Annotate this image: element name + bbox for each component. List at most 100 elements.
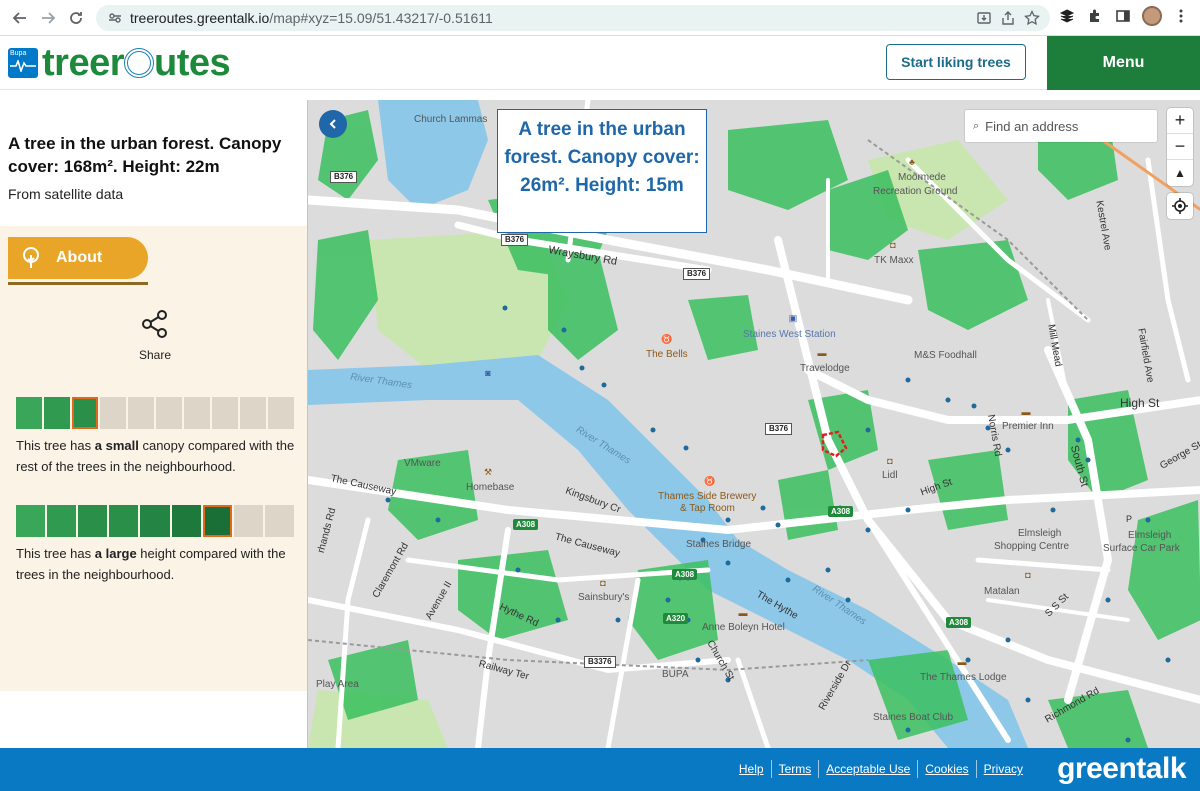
footer-link-terms[interactable]: Terms — [772, 762, 819, 776]
install-icon[interactable] — [976, 10, 992, 26]
forward-arrow-icon[interactable] — [34, 4, 62, 32]
url-host: treeroutes.greentalk.io — [130, 10, 270, 26]
map-label-play-area: Play Area — [316, 679, 359, 690]
road-shield-b376: B376 — [501, 234, 529, 246]
bus-icon: ◙ — [485, 368, 491, 378]
site-info-icon[interactable] — [108, 11, 122, 25]
map-canvas[interactable] — [308, 100, 1200, 748]
zoom-controls: + − ▲ — [1167, 108, 1193, 186]
hotel-icon: ▬ — [738, 608, 748, 618]
bar-segment — [171, 505, 201, 537]
bar-segment — [47, 505, 77, 537]
extensions-puzzle-icon[interactable] — [1086, 7, 1104, 25]
road-shield-a308: A308 — [828, 506, 854, 517]
map-label-vmware: VMware — [404, 458, 441, 469]
tree-title: A tree in the urban forest. Canopy cover… — [8, 134, 282, 176]
map-view[interactable]: Church Lammas Moormede Recreation Ground… — [307, 100, 1200, 748]
bar-segment — [233, 505, 263, 537]
compass-button[interactable]: ▲ — [1167, 160, 1193, 186]
footer-link-privacy[interactable]: Privacy — [977, 762, 1030, 776]
hotel-icon: ▬ — [1021, 407, 1031, 417]
bookmark-star-icon[interactable] — [1024, 9, 1040, 26]
map-label-the-bells: The Bells — [646, 349, 688, 360]
tree-ring-icon — [124, 47, 154, 78]
map-label-high-st: High St — [1120, 396, 1160, 410]
canopy-comparison-bar — [16, 397, 294, 429]
brand-wordmark: treer utes — [42, 42, 231, 84]
pub-icon: ♉ — [704, 476, 716, 486]
road-shield-b376: B376 — [330, 171, 358, 183]
browser-toolbar: treeroutes.greentalk.io/map#xyz=15.09/51… — [0, 0, 1200, 36]
map-label-tap-room: & Tap Room — [680, 503, 735, 514]
start-liking-trees-button[interactable]: Start liking trees — [886, 44, 1026, 80]
zoom-in-button[interactable]: + — [1167, 108, 1193, 134]
menu-button[interactable]: Menu — [1047, 36, 1200, 90]
locate-me-button[interactable] — [1167, 193, 1193, 219]
zoom-out-button[interactable]: − — [1167, 134, 1193, 160]
site-header: Bupa treer utes Start liking trees Menu — [0, 36, 1200, 90]
address-search-input[interactable]: ⌕ Find an address — [965, 110, 1157, 142]
road-shield-b3376: B3376 — [584, 656, 616, 668]
road-shield-a308: A308 — [672, 569, 698, 580]
map-label-travelodge: Travelodge — [800, 363, 850, 374]
about-label: About — [56, 249, 103, 266]
tree-popup: A tree in the urban forest. Canopy cover… — [497, 109, 707, 233]
bar-segment — [16, 505, 46, 537]
profile-avatar[interactable] — [1142, 6, 1162, 26]
more-menu-icon[interactable] — [1172, 7, 1190, 25]
footer-link-cookies[interactable]: Cookies — [918, 762, 975, 776]
greentalk-logo[interactable]: greentalk — [1057, 752, 1186, 786]
map-label-bupa: BUPA — [662, 669, 689, 680]
shop-bag-icon: ◘ — [1025, 570, 1031, 580]
map-label-homebase: Homebase — [466, 482, 515, 493]
map-label-tk-maxx: TK Maxx — [874, 255, 914, 266]
map-label-shopping-centre: Shopping Centre — [994, 541, 1070, 552]
map-label-recreation-ground: Recreation Ground — [873, 186, 958, 197]
map-label-elmsleigh-2: Elmsleigh — [1128, 530, 1172, 541]
road-shield-b376: B376 — [765, 423, 793, 435]
map-label-moormede: Moormede — [898, 172, 946, 183]
road-shield-b376: B376 — [683, 268, 711, 280]
map-label-staines-bridge: Staines Bridge — [686, 539, 752, 550]
map-label-staines-west-station: Staines West Station — [743, 329, 836, 340]
back-button[interactable] — [319, 110, 347, 138]
tree-icon — [23, 247, 39, 268]
road-shield-a308: A308 — [513, 519, 539, 530]
share-icon — [142, 310, 167, 338]
hardware-icon: ⚒ — [483, 467, 493, 477]
footer-link-help[interactable]: Help — [732, 762, 771, 776]
map-label-elmsleigh: Elmsleigh — [1018, 528, 1062, 539]
back-arrow-icon[interactable] — [6, 4, 34, 32]
footer-links: Help Terms Acceptable Use Cookies Privacy — [732, 760, 1030, 778]
site-footer: Help Terms Acceptable Use Cookies Privacy gr… — [0, 748, 1200, 791]
height-comparison-bar — [16, 505, 294, 537]
address-bar[interactable]: treeroutes.greentalk.io/map#xyz=15.09/51… — [96, 5, 1050, 31]
share-button[interactable]: Share — [130, 309, 180, 362]
side-panel-icon[interactable] — [1114, 7, 1132, 25]
bar-segment — [268, 397, 294, 429]
share-page-icon[interactable] — [1000, 10, 1016, 26]
height-comparison-text: This tree has a large height compared wi… — [16, 546, 286, 582]
reload-icon[interactable] — [62, 4, 90, 32]
map-label-ms-foodhall: M&S Foodhall — [914, 350, 977, 361]
bar-segment — [264, 505, 294, 537]
treeroutes-logo[interactable]: Bupa treer utes — [8, 42, 231, 84]
shop-bag-icon: ◘ — [887, 456, 893, 466]
bar-segment — [156, 397, 182, 429]
bar-segment — [212, 397, 238, 429]
bar-segment — [100, 397, 126, 429]
about-tab[interactable]: About — [8, 237, 148, 279]
footer-link-acceptable-use[interactable]: Acceptable Use — [819, 762, 917, 776]
bar-segment — [140, 505, 170, 537]
shop-bag-icon: ◘ — [600, 578, 606, 588]
layers-extension-icon[interactable] — [1058, 7, 1076, 25]
map-label-anne-boleyn-hotel: Anne Boleyn Hotel — [702, 622, 785, 633]
bar-segment — [44, 397, 70, 429]
url-path: /map#xyz=15.09/51.43217/-0.51611 — [269, 10, 493, 26]
road-shield-a308: A308 — [946, 617, 972, 628]
locate-icon — [1172, 198, 1188, 214]
map-label-the-thames-lodge: The Thames Lodge — [920, 672, 1007, 683]
bar-segment — [16, 397, 42, 429]
shop-bag-icon: ◘ — [890, 240, 896, 250]
hotel-icon: ▬ — [957, 657, 967, 667]
